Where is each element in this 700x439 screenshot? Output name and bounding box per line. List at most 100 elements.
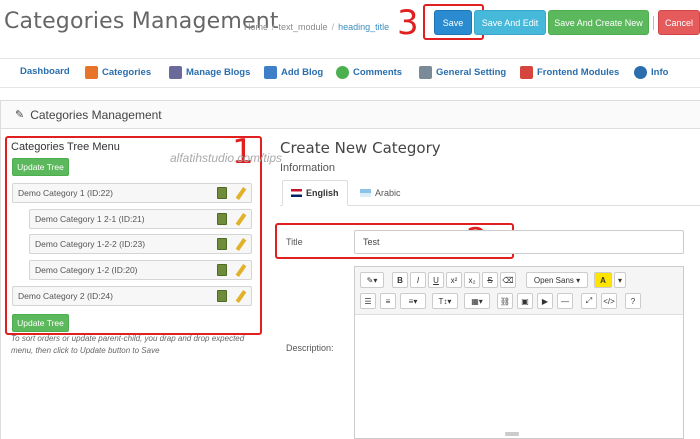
description-editor[interactable]: ✎▾ B I U x² x₂ S ⌫ Open Sans ▾ A ▾ ☰ ≡ ≡… [354,266,684,439]
edit-pencil-icon[interactable] [235,238,247,251]
info-icon [634,66,647,79]
description-label: Description: [286,343,334,353]
editor-resize-handle[interactable] [505,432,519,436]
nav-add-blog[interactable]: Add Blog [264,66,323,79]
folder-add-icon [85,66,98,79]
tree-item-label: Demo Category 2 (ID:24) [18,291,113,301]
nav-info[interactable]: Info [634,66,668,79]
nav-frontend-modules[interactable]: Frontend Modules [520,66,619,79]
italic-icon[interactable]: I [410,272,426,288]
tab-arabic[interactable]: Arabic [352,180,409,206]
nav-general-setting[interactable]: General Setting [419,66,506,79]
annotation-number-3: 3 [397,3,419,43]
delete-icon[interactable] [217,238,227,250]
breadcrumb-module[interactable]: text_module [279,22,328,32]
video-icon[interactable]: ▶ [537,293,553,309]
code-view-icon[interactable]: </> [601,293,617,309]
delete-icon[interactable] [217,187,227,199]
ordered-list-icon[interactable]: ≡ [380,293,396,309]
fullscreen-icon[interactable]: ⤢ [581,293,597,309]
nav-comments-label: Comments [353,67,403,78]
top-navigation: Dashboard Categories Manage Blogs Add Bl… [0,58,700,88]
tree-item[interactable]: Demo Category 2 (ID:24) [12,286,252,306]
breadcrumb: Home / text_module / heading_title [244,22,389,32]
title-input[interactable] [354,230,684,254]
uk-flag-icon [291,189,302,197]
tree-item[interactable]: Demo Category 1 2-1 (ID:21) [29,209,252,229]
nav-manage-blogs-label: Manage Blogs [186,67,251,78]
arabic-flag-icon [360,189,371,197]
line-height-icon[interactable]: T↕▾ [432,293,458,309]
pen-icon [169,66,182,79]
form-title: Create New Category [280,139,441,157]
header-divider [653,16,654,30]
nav-categories[interactable]: Categories [85,66,151,79]
add-document-icon [264,66,277,79]
edit-pencil-icon[interactable] [235,264,247,277]
tree-item[interactable]: Demo Category 1-2 (ID:20) [29,260,252,280]
pencil-icon: ✎ [15,109,25,121]
horizontal-rule-icon[interactable]: — [557,293,573,309]
style-dropdown-icon[interactable]: ✎▾ [360,272,384,288]
watermark: alfatihstudio.com/tips [170,151,283,165]
nav-frontend-modules-label: Frontend Modules [537,67,620,78]
eraser-icon[interactable]: ⌫ [500,272,516,288]
tab-english[interactable]: English [282,180,348,206]
tab-english-label: English [306,188,339,198]
strikethrough-icon[interactable]: S [482,272,498,288]
font-family-select[interactable]: Open Sans ▾ [526,272,588,288]
tree-item[interactable]: Demo Category 1 (ID:22) [12,183,252,203]
save-and-edit-button[interactable]: Save And Edit [474,10,546,35]
delete-icon[interactable] [217,290,227,302]
update-tree-button-top[interactable]: Update Tree [12,158,69,176]
breadcrumb-separator: / [272,22,275,32]
editor-toolbar: ✎▾ B I U x² x₂ S ⌫ Open Sans ▾ A ▾ ☰ ≡ ≡… [355,267,683,315]
information-label: Information [280,162,336,174]
panel-header: ✎ Categories Management [1,101,700,129]
save-and-create-new-button[interactable]: Save And Create New [548,10,649,35]
tree-item[interactable]: Demo Category 1-2-2 (ID:23) [29,234,252,254]
subscript-icon[interactable]: x₂ [464,272,480,288]
edit-pencil-icon[interactable] [235,290,247,303]
breadcrumb-separator: / [331,22,335,32]
delete-icon[interactable] [217,213,227,225]
nav-comments[interactable]: Comments [336,66,402,79]
breadcrumb-current: heading_title [338,22,390,32]
nav-add-blog-label: Add Blog [281,67,324,78]
page-title: Categories Management [4,9,279,34]
language-tabs: English Arabic [280,180,700,206]
save-button[interactable]: Save [434,10,472,35]
breadcrumb-home[interactable]: Home [244,22,268,32]
table-icon[interactable]: ▦▾ [464,293,490,309]
tree-item-label: Demo Category 1 (ID:22) [18,188,113,198]
unordered-list-icon[interactable]: ☰ [360,293,376,309]
nav-info-label: Info [651,67,669,78]
bold-icon[interactable]: B [392,272,408,288]
font-family-value: Open Sans [533,275,574,285]
title-label: Title [286,237,303,247]
tree-help-text: To sort orders or update parent-child, y… [11,334,245,355]
cancel-button[interactable]: Cancel [658,10,700,35]
superscript-icon[interactable]: x² [446,272,462,288]
update-tree-button-bottom[interactable]: Update Tree [12,314,69,332]
edit-pencil-icon[interactable] [235,213,247,226]
tree-title: Categories Tree Menu [11,141,120,153]
nav-general-setting-label: General Setting [436,67,507,78]
delete-icon[interactable] [217,264,227,276]
edit-pencil-icon[interactable] [235,187,247,200]
tools-icon [419,66,432,79]
chevron-down-icon[interactable]: ▾ [614,272,626,288]
nav-categories-label: Categories [102,67,152,78]
image-icon[interactable]: ▣ [517,293,533,309]
tree-item-label: Demo Category 1-2-2 (ID:23) [35,239,146,249]
tree-item-label: Demo Category 1-2 (ID:20) [35,265,138,275]
panel-title: Categories Management [30,107,162,122]
font-color-icon[interactable]: A [594,272,612,288]
nav-manage-blogs[interactable]: Manage Blogs [169,66,250,79]
link-icon[interactable]: ⛓ [497,293,513,309]
underline-icon[interactable]: U [428,272,444,288]
help-icon[interactable]: ? [625,293,641,309]
nav-dashboard[interactable]: Dashboard [20,66,70,77]
align-dropdown-icon[interactable]: ≡▾ [400,293,426,309]
modules-icon [520,66,533,79]
